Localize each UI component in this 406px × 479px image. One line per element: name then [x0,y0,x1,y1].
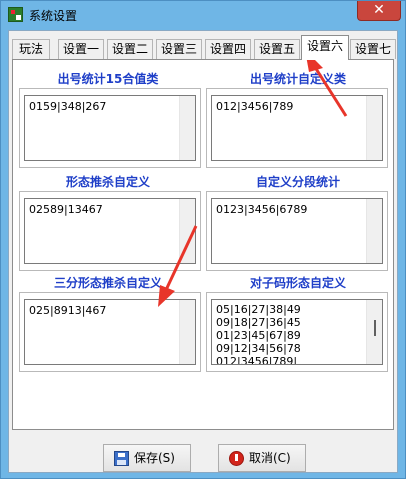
annotation-arrows [158,50,348,307]
arrow-to-three-shape-kill [158,225,198,307]
tab-setting-6[interactable]: 设置六 [301,35,349,60]
